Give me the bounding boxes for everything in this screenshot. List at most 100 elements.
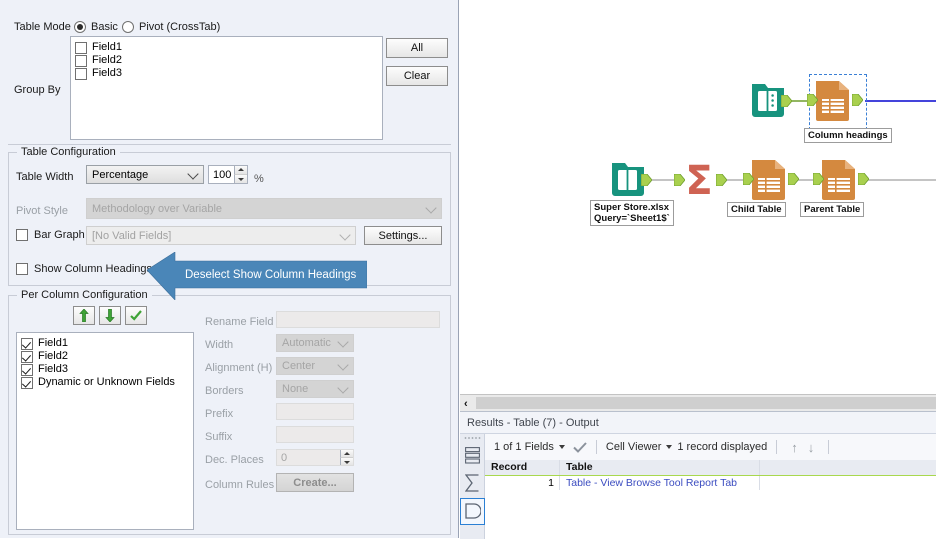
chevron-down-icon [339,228,351,241]
check-icon[interactable] [573,441,587,453]
stepper-down[interactable] [234,175,247,183]
radio-basic-label: Basic [91,21,118,33]
bar-graph-settings-button[interactable]: Settings... [364,226,442,245]
pivot-style-label: Pivot Style [16,205,68,217]
drag-handle[interactable] [460,434,485,444]
input-anchor-icon[interactable] [807,94,818,106]
width-select: Automatic [276,334,354,352]
rename-field-input [276,311,440,328]
checkbox-icon[interactable] [21,350,33,363]
bar-graph-checkbox-icon[interactable] [16,229,28,241]
checkbox-icon[interactable] [75,67,87,80]
per-column-field-label: Dynamic or Unknown Fields [38,376,175,388]
results-grid[interactable]: Record Table 1 Table - View Browse Tool … [485,460,936,539]
move-down-button[interactable] [99,306,121,325]
output-anchor-icon[interactable] [852,94,863,106]
divider [595,440,597,454]
table-mode-radio-pivot[interactable]: Pivot (CrossTab) [122,20,220,34]
chevron-down-icon [337,359,349,371]
output-anchor-icon[interactable] [781,95,792,107]
fields-count-label[interactable]: 1 of 1 Fields [494,441,554,453]
input-node-super-store-label: Super Store.xlsx Query=`Sheet1$` [590,200,674,226]
list-item[interactable]: Field2 [71,54,382,67]
checkbox-icon[interactable] [21,337,33,350]
output-anchor-icon[interactable] [858,173,869,185]
bar-graph-checkbox-row[interactable]: Bar Graph [16,228,85,242]
all-button[interactable]: All [386,38,448,58]
alignment-select: Center [276,357,354,375]
list-item[interactable]: Field1 [71,41,382,54]
per-column-fields-listbox[interactable]: Field1 Field2 Field3 Dynamic or Unknown … [16,332,194,530]
results-side-icon-messages[interactable] [460,444,485,471]
table-mode-row: Table Mode [14,20,71,34]
results-side-icon-sigma[interactable] [460,471,485,498]
list-item[interactable]: Dynamic or Unknown Fields [17,376,193,389]
clear-button[interactable]: Clear [386,66,448,86]
group-by-listbox[interactable]: Field1 Field2 Field3 [70,36,383,140]
checkbox-icon[interactable] [75,54,87,67]
table-width-stepper[interactable] [234,166,247,183]
table-width-mode-select[interactable]: Percentage [86,165,204,184]
prefix-input [276,403,354,420]
collapse-left-icon[interactable]: ‹ [464,398,468,410]
list-item[interactable]: Field2 [17,350,193,363]
checkbox-icon[interactable] [21,376,33,389]
callout-text: Deselect Show Column Headings [185,269,357,281]
results-toolbar: 1 of 1 Fields Cell Viewer 1 record displ… [485,434,936,460]
arrow-up-icon [79,309,89,322]
input-anchor-icon[interactable] [674,174,685,186]
table-row[interactable]: 1 Table - View Browse Tool Report Tab [485,476,936,490]
arrow-down-icon[interactable]: ↓ [808,440,815,455]
output-anchor-icon[interactable] [641,174,652,186]
table-node-parent[interactable] [813,157,869,203]
cell-table-link[interactable]: Table - View Browse Tool Report Tab [560,476,760,490]
table-node-child[interactable] [743,157,799,203]
splitter-track[interactable] [476,397,936,409]
list-item[interactable]: Field1 [17,337,193,350]
group-by-field-label: Field3 [92,67,122,79]
column-header-record[interactable]: Record [485,460,560,475]
output-anchor-icon[interactable] [788,173,799,185]
list-item[interactable]: Field3 [71,67,382,80]
per-column-field-label: Field1 [38,337,68,349]
table-width-amount-input[interactable]: 100 [208,165,248,184]
table-width-mode-value: Percentage [92,168,149,181]
input-anchor-icon[interactable] [743,173,754,185]
divider [828,440,830,454]
show-column-headings-checkbox-icon[interactable] [16,263,28,275]
messages-icon [465,447,480,464]
summarize-node[interactable]: Σ [674,158,727,204]
dec-places-value: 0 [281,451,288,464]
input-anchor-icon[interactable] [813,173,824,185]
table-header-row: Record Table [485,460,936,476]
checkbox-icon[interactable] [21,363,33,376]
arrow-up-icon[interactable]: ↑ [791,440,798,455]
borders-label: Borders [205,385,244,397]
results-side-icon-output-anchor[interactable] [460,498,485,525]
table-mode-radio-basic[interactable]: Basic [74,20,118,34]
chevron-down-icon[interactable] [666,445,673,449]
cell-viewer-label[interactable]: Cell Viewer [606,441,661,453]
bar-graph-label: Bar Graph [34,229,85,241]
move-up-button[interactable] [73,306,95,325]
check-all-button[interactable] [125,306,147,325]
browse-node-top[interactable] [748,80,792,122]
show-column-headings-checkbox-row[interactable]: Show Column Headings [16,262,152,276]
chevron-down-icon[interactable] [558,445,565,449]
pivot-style-value: Methodology over Variable [92,202,223,215]
table-node-child-label: Child Table [727,202,786,217]
workflow-canvas[interactable]: Column headings Super Store.xlsx Query=`… [460,0,936,394]
column-header-table[interactable]: Table [560,460,760,475]
group-by-field-label: Field1 [92,41,122,53]
list-item[interactable]: Field3 [17,363,193,376]
output-anchor-icon[interactable] [716,174,727,186]
sigma-icon [465,474,479,492]
checkbox-icon[interactable] [75,41,87,54]
radio-basic-icon[interactable] [74,21,86,33]
table-node-column-headings[interactable] [807,78,863,124]
table-mode-label: Table Mode [14,21,71,33]
svg-text:Σ: Σ [685,159,712,201]
stepper-up[interactable] [234,166,247,175]
radio-pivot-icon[interactable] [122,21,134,33]
input-node-super-store[interactable] [608,159,652,201]
